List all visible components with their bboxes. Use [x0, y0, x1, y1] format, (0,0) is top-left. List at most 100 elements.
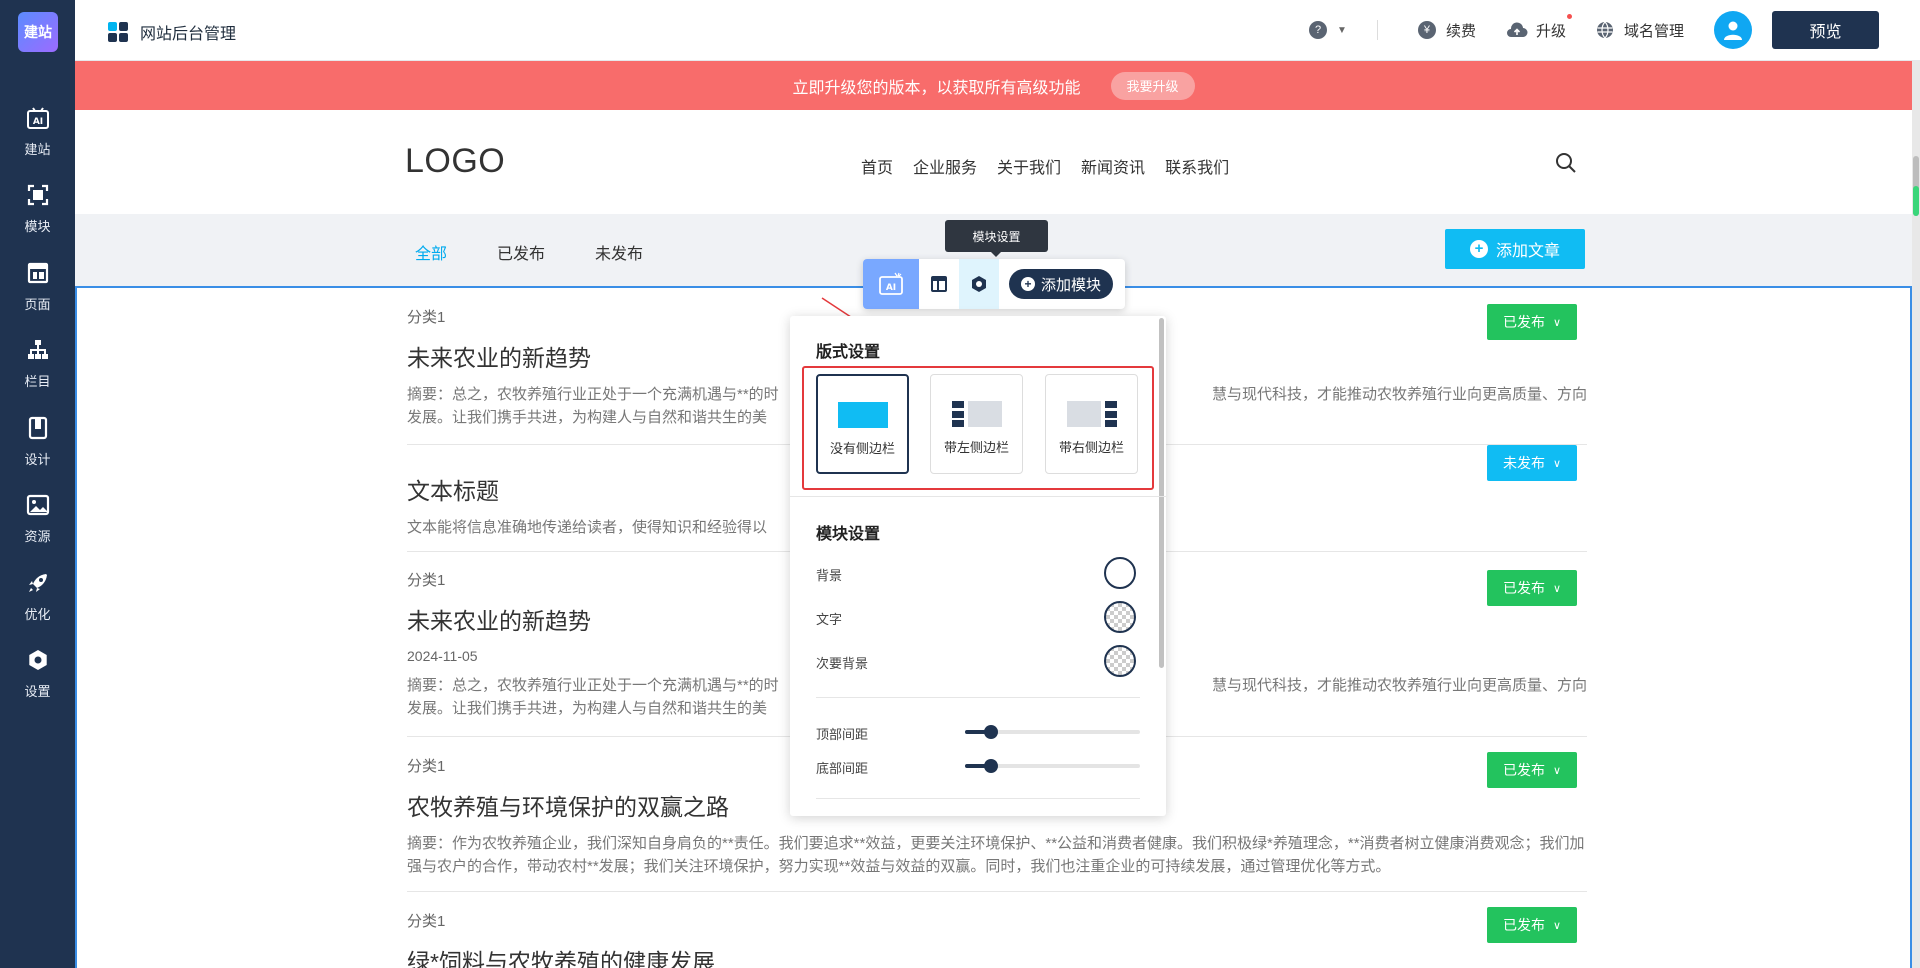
sidebar-item-label: 资源 [24, 528, 51, 544]
chevron-down-icon: ∨ [1552, 582, 1562, 595]
sidebar-item-design[interactable]: 设计 [0, 401, 75, 481]
add-article-label: 添加文章 [1495, 243, 1560, 260]
summary-text: 慧与现代科技，才能推动农牧养殖行业向更高质量、方向 [1211, 386, 1587, 403]
module-settings-button[interactable] [959, 259, 999, 309]
status-dropdown[interactable]: 已发布 ∨ [1487, 752, 1577, 788]
preview-button[interactable]: 预览 [1772, 11, 1879, 49]
sitemap-icon [25, 337, 51, 363]
upgrade-label: 升级 [1535, 22, 1566, 40]
help-dropdown[interactable]: ? ▼ [1309, 21, 1347, 39]
site-nav-item[interactable]: 首页 [861, 154, 893, 178]
sidebar-item-modules[interactable]: 模块 [0, 168, 75, 248]
layout-thumb [1066, 401, 1117, 427]
tab-all[interactable]: 全部 [415, 240, 447, 264]
search-icon[interactable] [1555, 152, 1577, 174]
layout-label: 没有侧边栏 [829, 441, 895, 456]
layout-label: 带右侧边栏 [1058, 440, 1124, 455]
sidebar-item-optimize[interactable]: 优化 [0, 556, 75, 636]
renew-button[interactable]: ¥ 续费 [1417, 20, 1476, 41]
article-title[interactable]: 绿*饲料与农牧养殖的健康发展 [407, 943, 1587, 968]
status-dropdown[interactable]: 未发布 ∨ [1487, 445, 1577, 481]
divider [1376, 20, 1378, 40]
ai-icon: AI [25, 105, 51, 131]
help-icon: ? [1309, 21, 1328, 39]
globe-icon [1596, 21, 1614, 39]
add-article-button[interactable]: + 添加文章 [1445, 229, 1585, 269]
top-spacing-slider[interactable] [965, 725, 1140, 739]
gear-icon [972, 276, 986, 292]
upgrade-button[interactable]: 升级 [1506, 13, 1572, 41]
summary-text: 摘要：总之，农牧养殖行业正处于一个充满机遇与**的时 [407, 386, 779, 403]
add-module-label: 添加模块 [1041, 276, 1102, 294]
site-nav-item[interactable]: 新闻资讯 [1081, 154, 1145, 178]
layout-right-sidebar[interactable]: 带右侧边栏 [1045, 374, 1138, 474]
secondary-background-picker[interactable] [1104, 645, 1136, 677]
scroll-position-marker [1913, 186, 1919, 216]
text-color-picker[interactable] [1104, 601, 1136, 633]
slider-handle[interactable] [984, 725, 999, 739]
site-logo[interactable]: LOGO [405, 142, 505, 181]
plus-icon: + [1469, 240, 1488, 258]
header-actions: ? ▼ ¥ 续费 升级 域名管理 预览 [1309, 0, 1920, 60]
list-item[interactable]: 分类1 绿*饲料与农牧养殖的健康发展 [407, 910, 1587, 968]
layout-no-sidebar[interactable]: 没有侧边栏 [816, 374, 909, 474]
left-sidebar: 建站 AI 建站 模块 页面 栏目 设计 资源 优化 设置 [0, 0, 75, 968]
background-label: 背景 [816, 568, 843, 583]
article-summary: 摘要：作为农牧养殖企业，我们深知自身肩负的**责任。我们要追求**效益，更要关注… [407, 835, 1585, 875]
summary-text: 摘要：总之，农牧养殖行业正处于一个充满机遇与**的时 [407, 677, 779, 694]
site-nav: 首页 企业服务 关于我们 新闻资讯 联系我们 [861, 154, 1249, 178]
domain-label: 域名管理 [1623, 22, 1684, 40]
avatar[interactable] [1714, 11, 1752, 49]
site-nav-item[interactable]: 关于我们 [997, 154, 1061, 178]
sidebar-item-label: 模块 [24, 218, 51, 234]
summary-text: 发展。让我们携手共进，为构建人与自然和谐共生的美 [407, 700, 768, 717]
bottom-spacing-slider[interactable] [965, 759, 1140, 773]
cloud-upload-icon [1506, 22, 1528, 38]
plus-icon: + [1021, 277, 1035, 291]
yen-icon: ¥ [1417, 21, 1436, 39]
status-dropdown[interactable]: 已发布 ∨ [1487, 907, 1577, 943]
module-settings-panel: 版式设置 没有侧边栏 带左侧边栏 带右侧边栏 模块设置 背景 文字 次要背景 顶… [790, 316, 1166, 816]
page-scrollbar[interactable] [1912, 61, 1920, 968]
status-dropdown[interactable]: 已发布 ∨ [1487, 304, 1577, 340]
sidebar-item-settings[interactable]: 设置 [0, 633, 75, 713]
site-nav-item[interactable]: 联系我们 [1165, 154, 1229, 178]
add-module-button[interactable]: + 添加模块 [1009, 269, 1114, 299]
top-header: 网站后台管理 ? ▼ ¥ 续费 升级 域名管理 预览 [75, 0, 1920, 61]
svg-text:AI: AI [32, 117, 42, 127]
slider-handle[interactable] [984, 759, 999, 773]
divider [790, 496, 1166, 497]
article-category: 分类1 [407, 913, 446, 930]
sidebar-item-build[interactable]: AI 建站 [0, 91, 75, 171]
module-settings-title: 模块设置 [816, 526, 881, 543]
panel-scrollbar[interactable] [1159, 318, 1164, 668]
layout-button[interactable] [919, 259, 959, 309]
page-icon [25, 260, 51, 286]
summary-text: 慧与现代科技，才能推动农牧养殖行业向更高质量、方向 [1211, 677, 1587, 694]
layout-settings-title: 版式设置 [816, 344, 881, 361]
status-label: 已发布 [1502, 917, 1545, 933]
divider [407, 891, 1587, 892]
layout-label: 带左侧边栏 [943, 440, 1009, 455]
status-dropdown[interactable]: 已发布 ∨ [1487, 570, 1577, 606]
tab-unpublished[interactable]: 未发布 [595, 240, 643, 264]
text-color-label: 文字 [816, 612, 843, 627]
sidebar-item-columns[interactable]: 栏目 [0, 323, 75, 403]
sidebar-item-label: 页面 [24, 296, 51, 312]
upgrade-now-button[interactable]: 我要升级 [1110, 71, 1195, 100]
layout-left-sidebar[interactable]: 带左侧边栏 [930, 374, 1023, 474]
sidebar-item-pages[interactable]: 页面 [0, 246, 75, 326]
secondary-background-label: 次要背景 [816, 656, 869, 671]
chevron-down-icon: ∨ [1552, 457, 1562, 470]
status-label: 已发布 [1502, 762, 1545, 778]
domain-management-button[interactable]: 域名管理 [1596, 20, 1684, 41]
tab-published[interactable]: 已发布 [497, 240, 545, 264]
background-color-picker[interactable] [1104, 557, 1136, 589]
svg-text:AI: AI [886, 283, 896, 293]
sidebar-item-resources[interactable]: 资源 [0, 478, 75, 558]
app-logo[interactable]: 建站 [18, 12, 58, 52]
chevron-down-icon: ∨ [1552, 316, 1562, 329]
user-icon [1724, 21, 1742, 40]
status-label: 已发布 [1502, 580, 1545, 596]
site-nav-item[interactable]: 企业服务 [913, 154, 977, 178]
